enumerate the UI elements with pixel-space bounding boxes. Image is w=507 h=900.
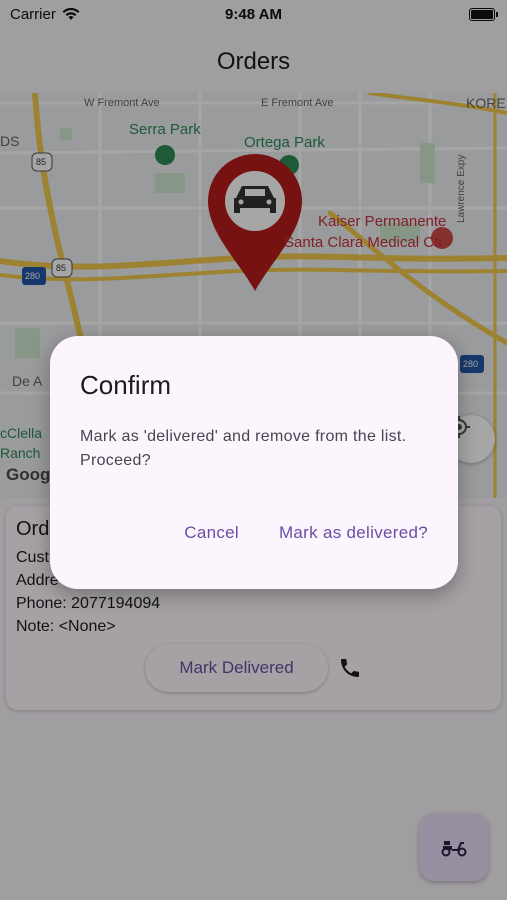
dialog-message: Mark as 'delivered' and remove from the …	[80, 428, 407, 469]
cancel-button[interactable]: Cancel	[184, 523, 239, 543]
dialog-actions: Cancel Mark as delivered?	[184, 523, 428, 543]
confirm-dialog: Confirm Mark as 'delivered' and remove f…	[50, 336, 458, 589]
confirm-delivered-button[interactable]: Mark as delivered?	[279, 523, 428, 543]
dialog-title: Confirm	[80, 370, 172, 400]
